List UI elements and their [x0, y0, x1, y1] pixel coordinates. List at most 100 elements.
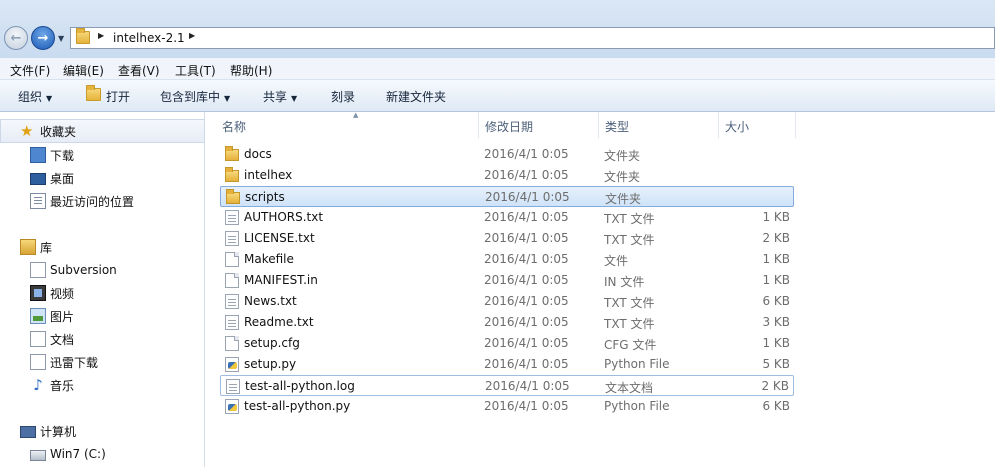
- column-header-size[interactable]: 大小: [719, 112, 796, 138]
- picture-library-icon: [30, 308, 46, 324]
- share-label: 共享: [263, 90, 288, 104]
- file-row[interactable]: test-all-python.py 2016/4/1 0:05 Python Fi…: [220, 396, 794, 417]
- file-type: 文件夹: [605, 192, 642, 206]
- file-row[interactable]: scripts 2016/4/1 0:05 文件夹: [220, 186, 794, 207]
- file-icon: [225, 336, 239, 351]
- file-name: intelhex: [244, 168, 293, 182]
- nav-item-videos[interactable]: 视频: [30, 283, 74, 303]
- file-icon: [225, 252, 239, 267]
- text-file-icon: [225, 231, 239, 246]
- thunder-download-icon: [30, 354, 46, 370]
- menu-view[interactable]: 查看(V): [118, 62, 160, 79]
- menu-bar: 文件(F) 编辑(E) 查看(V) 工具(T) 帮助(H): [0, 58, 995, 80]
- folder-icon: [76, 28, 90, 44]
- nav-favorites[interactable]: ★ 收藏夹: [20, 121, 76, 141]
- nav-item-drive-c[interactable]: Win7 (C:): [30, 444, 106, 464]
- nav-item-label: 迅雷下载: [50, 355, 99, 370]
- nav-item-label: 下载: [50, 148, 75, 163]
- address-field[interactable]: ▶ intelhex-2.1 ▶: [70, 27, 995, 49]
- nav-item-documents[interactable]: 文档: [30, 329, 74, 349]
- file-list: 名称 ▲ 修改日期 类型 大小 docs 2016/4/1 0:05 文件夹 inte…: [206, 111, 995, 467]
- file-modified-date: 2016/4/1 0:05: [484, 168, 569, 182]
- nav-item-subversion[interactable]: Subversion: [30, 260, 117, 280]
- organize-button[interactable]: 组织 ▼: [18, 88, 52, 105]
- menu-file[interactable]: 文件(F): [10, 62, 50, 79]
- nav-item-label: 文档: [50, 332, 75, 347]
- nav-item-downloads[interactable]: 下载: [30, 145, 74, 165]
- file-name: docs: [244, 147, 272, 161]
- file-name: MANIFEST.in: [244, 273, 318, 287]
- document-library-icon: [30, 331, 46, 347]
- burn-button[interactable]: 刻录: [331, 88, 355, 105]
- nav-item-label: Subversion: [50, 263, 117, 277]
- file-modified-date: 2016/4/1 0:05: [484, 399, 569, 413]
- navigation-pane: ★ 收藏夹 下载 桌面 最近访问的位置 库 Subversion 视频 图片 文…: [0, 112, 205, 467]
- menu-help[interactable]: 帮助(H): [230, 62, 272, 79]
- breadcrumb-segment[interactable]: intelhex-2.1: [113, 31, 185, 45]
- include-in-library-label: 包含到库中: [160, 90, 221, 104]
- file-row[interactable]: Readme.txt 2016/4/1 0:05 TXT 文件 3 KB: [220, 312, 794, 333]
- share-button[interactable]: 共享 ▼: [263, 88, 297, 105]
- include-in-library-button[interactable]: 包含到库中 ▼: [160, 88, 230, 105]
- nav-item-label: 桌面: [50, 171, 75, 186]
- new-folder-button[interactable]: 新建文件夹: [386, 88, 446, 105]
- file-row[interactable]: setup.py 2016/4/1 0:05 Python File 5 KB: [220, 354, 794, 375]
- nav-computer[interactable]: 计算机: [20, 421, 76, 441]
- column-header-name[interactable]: 名称 ▲: [216, 111, 479, 138]
- breadcrumb-chevron-icon[interactable]: ▶: [98, 31, 104, 40]
- menu-tools[interactable]: 工具(T): [175, 62, 216, 79]
- organize-label: 组织: [18, 90, 43, 104]
- file-type: 文件: [604, 254, 629, 268]
- file-row[interactable]: LICENSE.txt 2016/4/1 0:05 TXT 文件 2 KB: [220, 228, 794, 249]
- file-row[interactable]: intelhex 2016/4/1 0:05 文件夹: [220, 165, 794, 186]
- file-modified-date: 2016/4/1 0:05: [484, 336, 569, 350]
- open-button[interactable]: 打开: [106, 88, 130, 105]
- text-file-icon: [225, 315, 239, 330]
- file-row[interactable]: setup.cfg 2016/4/1 0:05 CFG 文件 1 KB: [220, 333, 794, 354]
- nav-item-recent-places[interactable]: 最近访问的位置: [30, 191, 134, 211]
- file-row[interactable]: docs 2016/4/1 0:05 文件夹: [220, 144, 794, 165]
- file-row[interactable]: AUTHORS.txt 2016/4/1 0:05 TXT 文件 1 KB: [220, 207, 794, 228]
- file-size: 5 KB: [762, 357, 790, 371]
- breadcrumb-chevron-icon[interactable]: ▶: [189, 31, 195, 40]
- nav-item-thunder-downloads[interactable]: 迅雷下载: [30, 352, 98, 372]
- back-arrow-icon: ←: [10, 30, 22, 46]
- address-bar-row: ← → ▼ ▶ intelhex-2.1 ▶: [0, 0, 995, 58]
- file-name: AUTHORS.txt: [244, 210, 324, 224]
- library-icon: [20, 239, 36, 255]
- file-modified-date: 2016/4/1 0:05: [484, 210, 569, 224]
- nav-item-desktop[interactable]: 桌面: [30, 168, 74, 188]
- file-name: setup.py: [244, 357, 297, 371]
- folder-icon: [225, 167, 239, 182]
- file-name: test-all-python.log: [245, 379, 355, 393]
- chevron-down-icon: ▼: [46, 94, 53, 103]
- recent-pages-dropdown-icon[interactable]: ▼: [58, 34, 64, 43]
- nav-libraries[interactable]: 库: [20, 237, 52, 257]
- file-modified-date: 2016/4/1 0:05: [484, 231, 569, 245]
- menu-edit[interactable]: 编辑(E): [63, 62, 104, 79]
- back-button[interactable]: ←: [4, 26, 28, 50]
- column-header-name-label: 名称: [222, 120, 247, 134]
- file-row[interactable]: MANIFEST.in 2016/4/1 0:05 IN 文件 1 KB: [220, 270, 794, 291]
- sort-ascending-icon: ▲: [353, 111, 359, 119]
- nav-item-music[interactable]: ♪ 音乐: [30, 375, 74, 395]
- folder-icon: [225, 146, 239, 161]
- file-name: Makefile: [244, 252, 294, 266]
- python-file-icon: [225, 357, 239, 372]
- file-row[interactable]: Makefile 2016/4/1 0:05 文件 1 KB: [220, 249, 794, 270]
- file-row[interactable]: News.txt 2016/4/1 0:05 TXT 文件 6 KB: [220, 291, 794, 312]
- nav-libraries-label: 库: [40, 240, 53, 255]
- file-modified-date: 2016/4/1 0:05: [484, 294, 569, 308]
- column-header-type[interactable]: 类型: [599, 112, 719, 138]
- document-library-icon: [30, 262, 46, 278]
- nav-item-pictures[interactable]: 图片: [30, 306, 74, 326]
- file-row[interactable]: test-all-python.log 2016/4/1 0:05 文本文档 2 KB: [220, 375, 794, 396]
- file-name: setup.cfg: [244, 336, 300, 350]
- file-name: scripts: [245, 190, 285, 204]
- text-file-icon: [225, 210, 239, 225]
- file-type: TXT 文件: [604, 296, 655, 310]
- file-name: News.txt: [244, 294, 297, 308]
- star-icon: ★: [20, 122, 34, 140]
- forward-button[interactable]: →: [31, 26, 55, 50]
- column-header-modified[interactable]: 修改日期: [479, 112, 599, 138]
